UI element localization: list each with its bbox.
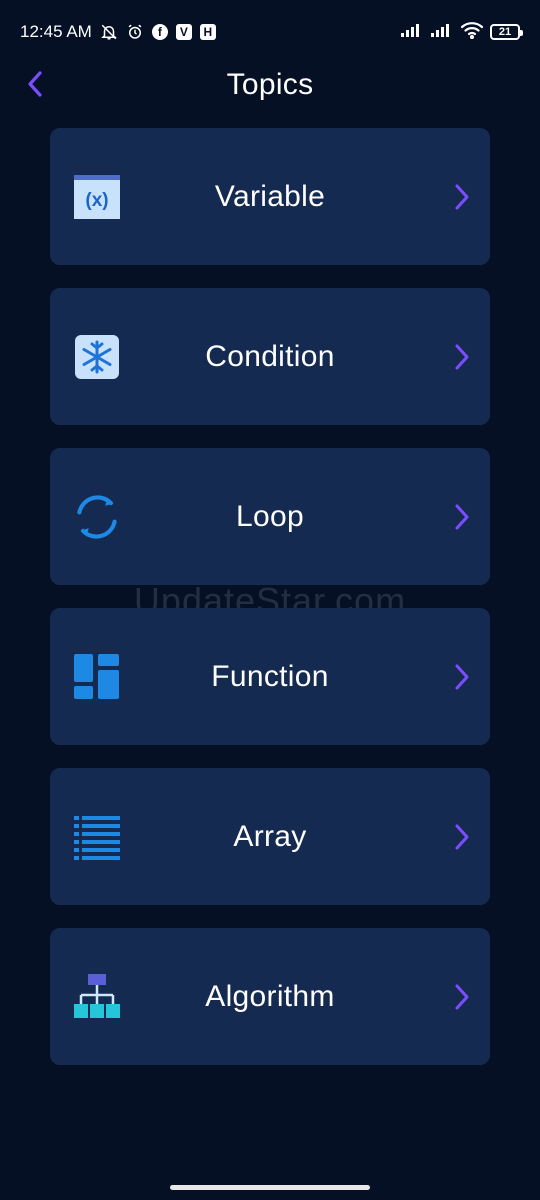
topic-card-array[interactable]: Array (50, 768, 490, 905)
wifi-icon (460, 21, 484, 44)
snowflake-icon (72, 332, 122, 382)
list-icon (72, 812, 122, 862)
topic-card-condition[interactable]: Condition (50, 288, 490, 425)
loop-icon (72, 492, 122, 542)
status-left: 12:45 AM f V H (20, 22, 216, 42)
home-indicator[interactable] (170, 1185, 370, 1190)
topic-list: (x) Variable Condition Loop Function Arr… (50, 128, 490, 1088)
chevron-right-icon (455, 664, 469, 689)
chevron-left-icon (28, 71, 42, 97)
battery-icon: 21 (490, 24, 523, 40)
svg-text:(x): (x) (85, 190, 108, 211)
topic-card-loop[interactable]: Loop (50, 448, 490, 585)
dashboard-icon (72, 652, 122, 702)
chevron-right-icon (455, 824, 469, 849)
topic-card-algorithm[interactable]: Algorithm (50, 928, 490, 1065)
page-title: Topics (226, 68, 314, 101)
topic-card-variable[interactable]: (x) Variable (50, 128, 490, 265)
variable-icon: (x) (72, 172, 122, 222)
chevron-right-icon (455, 504, 469, 529)
status-time: 12:45 AM (20, 22, 92, 41)
topic-card-function[interactable]: Function (50, 608, 490, 745)
v-app-icon: V (175, 24, 192, 40)
alarm-icon (126, 23, 144, 41)
chevron-right-icon (455, 184, 469, 209)
h-app-icon: H (199, 24, 216, 40)
bell-off-icon (100, 23, 118, 41)
status-bar: 12:45 AM f V H 21 (0, 0, 540, 64)
header: Topics (0, 58, 540, 112)
signal-icon (400, 22, 424, 43)
signal-icon (430, 22, 454, 43)
chevron-right-icon (455, 344, 469, 369)
status-right: 21 (400, 21, 523, 44)
back-button[interactable] (18, 66, 54, 102)
facebook-icon: f (151, 24, 168, 40)
hierarchy-icon (72, 972, 122, 1022)
chevron-right-icon (455, 984, 469, 1009)
battery-level: 21 (498, 26, 512, 38)
